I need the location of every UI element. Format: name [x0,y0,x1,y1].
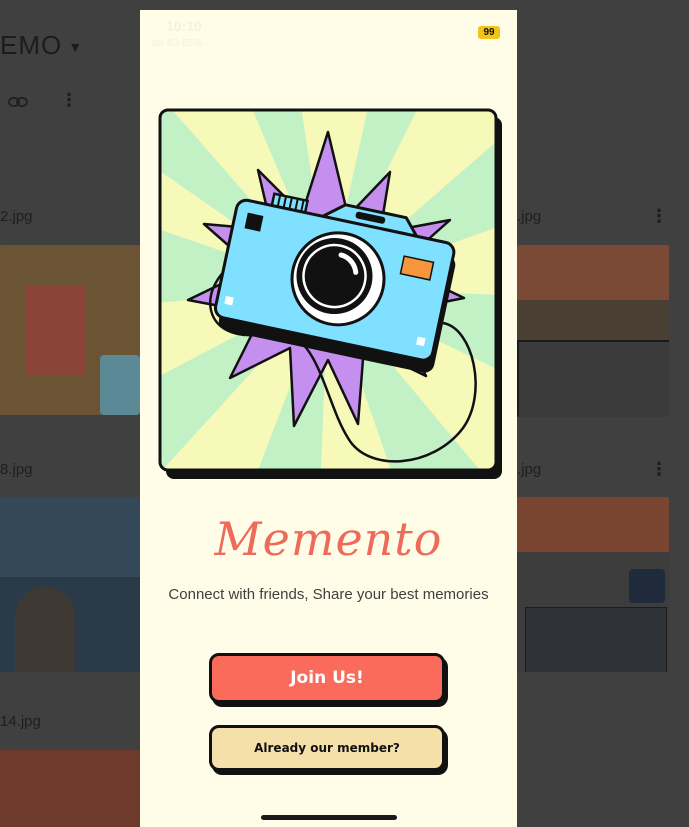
chevron-down-icon: ▼ [68,39,84,56]
file-thumbnail[interactable] [0,750,140,827]
status-subtext: ab 4G 85% · [152,38,209,49]
more-options-icon[interactable]: ⋮ [60,90,78,111]
file-thumbnail[interactable] [517,497,669,672]
home-indicator [261,815,397,820]
file-menu-icon[interactable]: ⋮ [650,206,668,227]
already-member-button[interactable]: Already our member? [209,725,445,771]
file-name: .jpg [517,461,542,478]
status-time: 10:10 [166,18,202,34]
file-name: 8.jpg [0,461,33,478]
file-thumbnail[interactable] [0,497,140,672]
file-thumbnail[interactable] [517,245,669,417]
join-us-button[interactable]: Join Us! [209,653,445,703]
battery-badge: 99 [478,26,500,39]
link-icon[interactable] [8,92,28,113]
file-thumbnail[interactable] [0,245,140,415]
folder-title-text: EMO [0,30,63,60]
folder-title[interactable]: EMO ▼ [0,30,83,61]
phone-screen: 10:10 ab 4G 85% · 99 Memento Connect wit… [140,10,517,827]
tagline: Connect with friends, Share your best me… [168,586,489,603]
file-name: 2.jpg [0,208,33,225]
app-title: Memento [214,512,443,566]
file-menu-icon[interactable]: ⋮ [650,459,668,480]
file-name: 14.jpg [0,713,41,730]
camera-illustration [158,108,504,481]
file-name: .jpg [517,208,542,225]
